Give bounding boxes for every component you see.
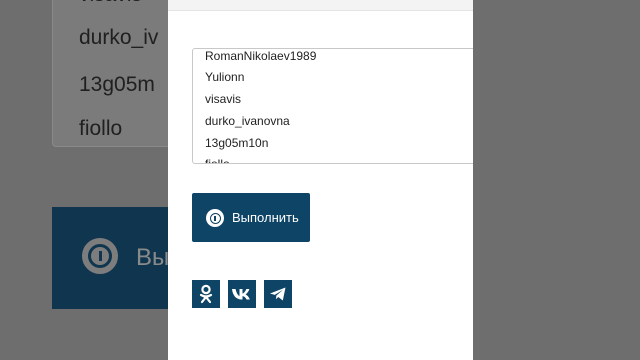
user-listbox[interactable]: RomanNikolaev1989 Yulionn visavis durko_… bbox=[192, 48, 473, 164]
power-icon bbox=[82, 238, 118, 274]
background-list-item: visavis bbox=[79, 0, 142, 7]
list-item[interactable]: visavis bbox=[205, 90, 241, 108]
power-icon bbox=[206, 209, 224, 227]
run-button-label: Выполнить bbox=[232, 210, 299, 225]
telegram-icon bbox=[270, 287, 286, 301]
list-item[interactable]: 13g05m10n bbox=[205, 134, 268, 152]
odnoklassniki-icon bbox=[199, 284, 213, 304]
vk-button[interactable] bbox=[228, 280, 256, 308]
list-item[interactable]: durko_ivanovna bbox=[205, 112, 290, 130]
background-list-item: fiollo bbox=[79, 117, 123, 140]
background-list-item: 13g05m bbox=[79, 73, 155, 96]
list-item[interactable]: Yulionn bbox=[205, 68, 244, 86]
content-card: RomanNikolaev1989 Yulionn visavis durko_… bbox=[168, 0, 473, 360]
list-item[interactable]: fiollo bbox=[205, 155, 230, 163]
background-list-item: durko_iv bbox=[79, 26, 159, 49]
list-item[interactable]: RomanNikolaev1989 bbox=[205, 49, 316, 65]
background-run-label: Вы bbox=[136, 244, 170, 271]
run-button[interactable]: Выполнить bbox=[192, 193, 310, 242]
telegram-button[interactable] bbox=[264, 280, 292, 308]
odnoklassniki-button[interactable] bbox=[192, 280, 220, 308]
card-header-strip bbox=[168, 0, 473, 11]
vk-icon bbox=[232, 289, 250, 300]
